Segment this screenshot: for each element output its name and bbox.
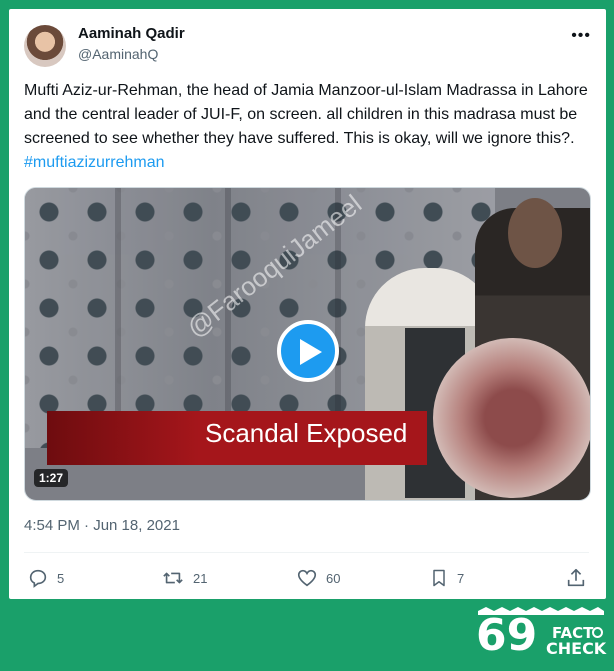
action-bar: 5 21 60 7 [9,565,606,591]
tweet-body: Mufti Aziz-ur-Rehman, the head of Jamia … [24,82,588,147]
reply-icon [29,569,47,588]
fact-check-logo: 69 FACT CHECK [474,605,608,667]
bookmark-button[interactable]: 7 [429,565,464,591]
video-figure-head [508,198,562,268]
retweet-icon [163,572,183,584]
tweet-card: Aaminah Qadir @AaminahQ ••• Mufti Aziz-u… [9,9,606,599]
bookmark-count: 7 [457,570,465,586]
hashtag-link[interactable]: #muftiazizurrehman [24,154,165,171]
logo-number: 69 [476,610,538,661]
check-icon [592,627,603,638]
reply-button[interactable]: 5 [27,565,64,591]
retweet-button[interactable]: 21 [161,565,207,591]
display-name[interactable]: Aaminah Qadir [78,25,185,42]
curtain-fold [115,188,121,448]
blurred-region [433,338,590,498]
more-options-icon[interactable]: ••• [571,27,591,45]
video-duration: 1:27 [34,469,69,487]
logo-text-line2: CHECK [546,639,607,658]
tweet-timestamp[interactable]: 4:54 PM · Jun 18, 2021 [24,517,180,534]
divider [24,552,589,553]
tweet-text: Mufti Aziz-ur-Rehman, the head of Jamia … [24,79,589,175]
like-button[interactable]: 60 [296,565,340,591]
share-icon [567,568,585,587]
video-banner-text: Scandal Exposed [205,418,408,448]
reply-count: 5 [57,570,65,586]
share-button[interactable] [565,565,587,591]
play-icon [300,339,322,365]
bookmark-icon [433,569,445,587]
play-button[interactable] [277,320,339,382]
retweet-count: 21 [193,570,208,586]
video-player[interactable]: Scandal Exposed @FarooquiJameel 1:27 [24,187,591,501]
avatar[interactable] [24,25,66,67]
like-icon [297,569,317,587]
like-count: 60 [326,570,341,586]
user-handle[interactable]: @AaminahQ [78,46,158,62]
